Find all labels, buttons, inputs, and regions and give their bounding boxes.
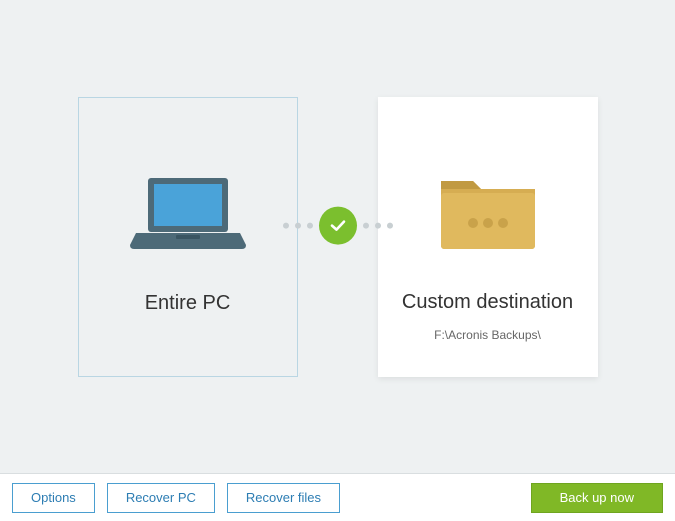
dot-icon [375, 222, 381, 228]
destination-title: Custom destination [402, 291, 573, 314]
dot-icon [387, 222, 393, 228]
panels-row: Entire PC Custom destination F:\Acronis … [78, 97, 598, 377]
recover-files-button[interactable]: Recover files [227, 483, 340, 513]
footer-bar: Options Recover PC Recover files Back up… [0, 473, 675, 521]
folder-icon [433, 157, 543, 267]
dot-icon [295, 222, 301, 228]
options-button[interactable]: Options [12, 483, 95, 513]
recover-pc-button[interactable]: Recover PC [107, 483, 215, 513]
checkmark-icon [319, 206, 357, 244]
dot-icon [307, 222, 313, 228]
destination-path: F:\Acronis Backups\ [434, 328, 541, 342]
main-area: Entire PC Custom destination F:\Acronis … [0, 0, 675, 473]
source-panel[interactable]: Entire PC [78, 97, 298, 377]
connector [283, 206, 393, 244]
backup-now-button[interactable]: Back up now [531, 483, 663, 513]
dot-icon [283, 222, 289, 228]
source-title: Entire PC [145, 292, 231, 315]
destination-panel[interactable]: Custom destination F:\Acronis Backups\ [378, 97, 598, 377]
laptop-icon [128, 158, 248, 268]
dot-icon [363, 222, 369, 228]
